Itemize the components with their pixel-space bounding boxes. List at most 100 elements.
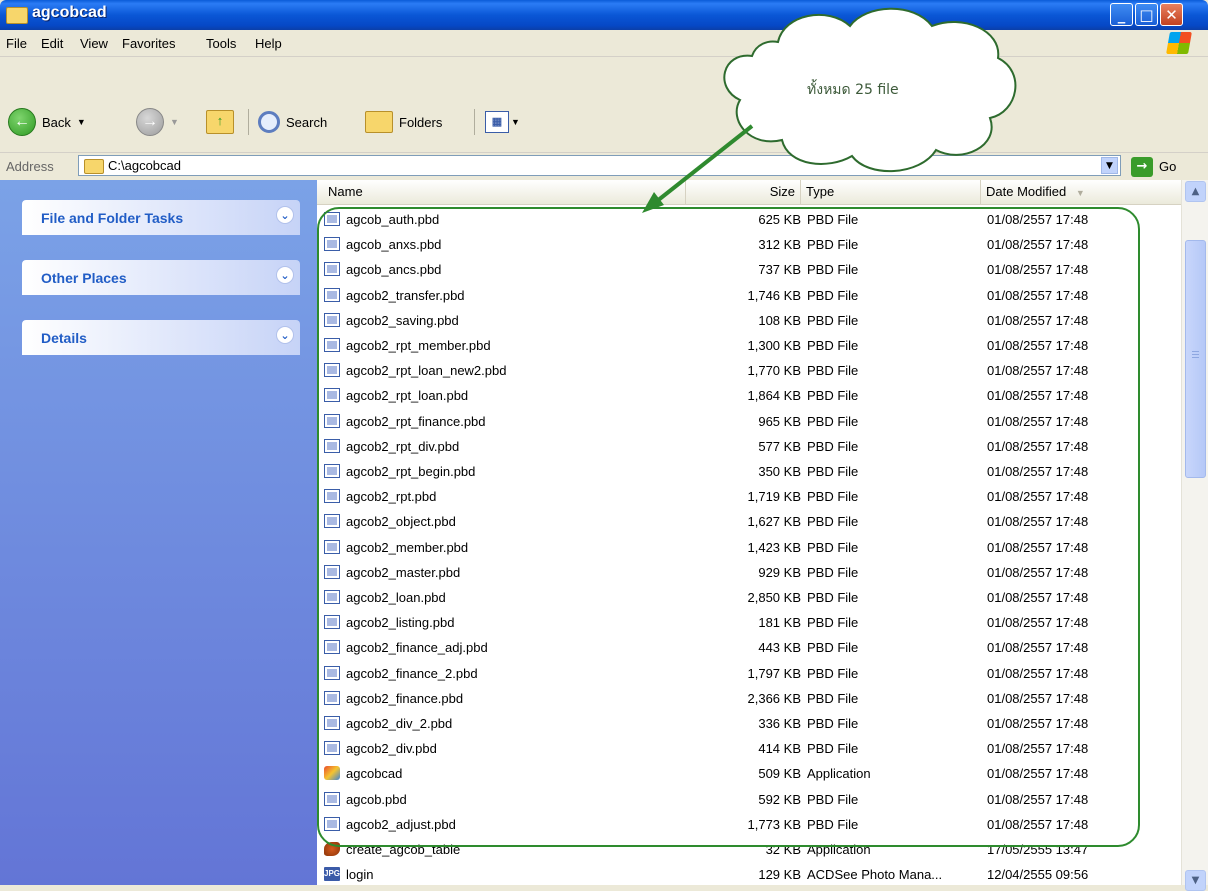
file-row[interactable]: agcob2_rpt_begin.pbd 350 KB PBD File 01/08/… xyxy=(317,459,1181,484)
scroll-thumb[interactable] xyxy=(1185,240,1206,478)
file-type: PBD File xyxy=(807,615,859,631)
search-button[interactable]: Search xyxy=(258,107,327,137)
scroll-down-arrow-icon[interactable]: ▼ xyxy=(1185,870,1206,891)
up-folder-button[interactable]: ↑ xyxy=(206,107,234,137)
file-folder-tasks-panel[interactable]: File and Folder Tasks ⌄ xyxy=(22,200,300,235)
file-type: PBD File xyxy=(807,539,859,555)
file-row[interactable]: agcob_auth.pbd 625 KB PBD File 01/08/2557 1… xyxy=(317,207,1181,232)
file-row[interactable]: agcob2_loan.pbd 2,850 KB PBD File 01/08/255… xyxy=(317,585,1181,610)
pbd-file-icon xyxy=(324,816,340,831)
file-row[interactable]: agcob2_master.pbd 929 KB PBD File 01/08/255… xyxy=(317,560,1181,585)
file-type: PBD File xyxy=(807,791,859,807)
file-row[interactable]: agcob2_rpt_loan.pbd 1,864 KB PBD File 01/08… xyxy=(317,383,1181,408)
file-row[interactable]: agcob2_finance_adj.pbd 443 KB PBD File 01/0… xyxy=(317,635,1181,660)
file-date-modified: 01/08/2557 17:48 xyxy=(987,489,1089,505)
pbd-file-icon xyxy=(324,615,340,630)
menu-edit[interactable]: Edit xyxy=(41,36,63,51)
dropdown-arrow-icon[interactable]: ▼ xyxy=(170,117,179,127)
file-row[interactable]: agcob2_rpt.pbd 1,719 KB PBD File 01/08/2557… xyxy=(317,484,1181,509)
file-size: 1,627 KB xyxy=(747,514,802,530)
go-button[interactable]: Go xyxy=(1159,159,1176,174)
pbd-file-icon xyxy=(324,338,340,352)
file-row[interactable]: agcob_anxs.pbd 312 KB PBD File 01/08/2557 1… xyxy=(317,232,1181,257)
views-button[interactable]: ▦ ▼ xyxy=(485,107,520,137)
chevron-double-down-icon[interactable]: ⌄ xyxy=(276,266,294,284)
vertical-scrollbar[interactable]: ▲ ▼ xyxy=(1181,180,1208,891)
panel-title: Details xyxy=(41,330,87,346)
file-row[interactable]: create_agcob_table 32 KB Application 17/05/… xyxy=(317,837,1181,862)
file-name: agcob2_finance_2.pbd xyxy=(346,665,478,681)
menu-tools[interactable]: Tools xyxy=(206,36,236,51)
minimize-button[interactable]: _ xyxy=(1110,3,1133,26)
file-row[interactable]: agcob2_div.pbd 414 KB PBD File 01/08/2557 1… xyxy=(317,736,1181,761)
annotation-label: ทั้งหมด 25 file xyxy=(807,82,899,98)
file-row[interactable]: agcob.pbd 592 KB PBD File 01/08/2557 17:48 xyxy=(317,787,1181,812)
details-panel[interactable]: Details ⌄ xyxy=(22,320,300,355)
forward-button[interactable]: → ▼ xyxy=(136,107,179,137)
menu-help[interactable]: Help xyxy=(255,36,282,51)
folders-button[interactable]: Folders xyxy=(365,107,442,137)
file-type: Application xyxy=(807,842,871,857)
file-row[interactable]: agcob2_rpt_div.pbd 577 KB PBD File 01/08/25… xyxy=(317,434,1181,459)
column-header-name[interactable]: Name xyxy=(317,180,686,204)
file-row[interactable]: agcob2_finance.pbd 2,366 KB PBD File 01/08/… xyxy=(317,686,1181,711)
menu-file[interactable]: File xyxy=(6,36,27,51)
file-row[interactable]: agcob2_rpt_member.pbd 1,300 KB PBD File 01/… xyxy=(317,333,1181,358)
file-date-modified: 01/08/2557 17:48 xyxy=(987,741,1089,757)
panel-title: Other Places xyxy=(41,270,127,286)
back-button[interactable]: ← Back ▼ xyxy=(8,107,86,137)
file-row[interactable]: agcob2_member.pbd 1,423 KB PBD File 01/08/2… xyxy=(317,535,1181,560)
file-row[interactable]: agcob2_saving.pbd 108 KB PBD File 01/08/255… xyxy=(317,308,1181,333)
file-row[interactable]: agcob2_rpt_loan_new2.pbd 1,770 KB PBD File… xyxy=(317,358,1181,383)
pbd-file-icon xyxy=(324,212,340,226)
close-button[interactable]: ✕ xyxy=(1160,3,1183,26)
task-pane: File and Folder Tasks ⌄ Other Places ⌄ D… xyxy=(0,180,317,885)
file-date-modified: 01/08/2557 17:48 xyxy=(987,438,1089,454)
chevron-down-icon[interactable]: ▼ xyxy=(1101,157,1118,174)
file-row[interactable]: agcob_ancs.pbd 737 KB PBD File 01/08/2557 1… xyxy=(317,257,1181,282)
search-icon xyxy=(258,111,280,133)
window-title: agcobcad xyxy=(32,4,107,21)
file-type: PBD File xyxy=(807,665,859,681)
menu-view[interactable]: View xyxy=(80,36,108,51)
file-name: agcob2_loan.pbd xyxy=(346,590,446,605)
chevron-double-down-icon[interactable]: ⌄ xyxy=(276,326,294,344)
file-row[interactable]: agcob2_transfer.pbd 1,746 KB PBD File 01/08… xyxy=(317,283,1181,308)
chevron-double-down-icon[interactable]: ⌄ xyxy=(276,206,294,224)
file-name: agcob2_div_2.pbd xyxy=(346,716,453,731)
pbd-file-icon xyxy=(324,539,340,554)
file-name: agcob2_rpt_begin.pbd xyxy=(346,464,476,479)
file-row[interactable]: agcobcad 509 KB Application 01/08/2557 17:4… xyxy=(317,761,1181,786)
file-size: 1,423 KB xyxy=(747,539,802,555)
dropdown-arrow-icon[interactable]: ▼ xyxy=(511,117,520,127)
file-name: agcob2_transfer.pbd xyxy=(346,287,465,303)
file-row[interactable]: agcob2_div_2.pbd 336 KB PBD File 01/08/2557… xyxy=(317,711,1181,736)
file-row[interactable]: agcob2_object.pbd 1,627 KB PBD File 01/08/2… xyxy=(317,509,1181,534)
cloud-callout-annotation xyxy=(642,7,1017,213)
dropdown-arrow-icon[interactable]: ▼ xyxy=(77,117,86,127)
file-row[interactable]: agcob2_adjust.pbd 1,773 KB PBD File 01/08/2… xyxy=(317,812,1181,837)
file-row[interactable]: JPG login 129 KB ACDSee Photo Mana... 12/04/… xyxy=(317,862,1181,887)
go-arrow-icon[interactable]: → xyxy=(1131,157,1153,177)
file-size: 1,770 KB xyxy=(747,363,802,379)
file-date-modified: 01/08/2557 17:48 xyxy=(987,816,1089,832)
file-type: PBD File xyxy=(807,640,859,656)
file-date-modified: 01/08/2557 17:48 xyxy=(987,690,1089,706)
file-row[interactable]: agcob2_rpt_finance.pbd 965 KB PBD File 01/0… xyxy=(317,409,1181,434)
file-row[interactable]: agcob2_listing.pbd 181 KB PBD File 01/08/25… xyxy=(317,610,1181,635)
pbd-file-icon xyxy=(324,791,340,806)
jpg-image-icon: JPG xyxy=(324,867,340,882)
maximize-button[interactable]: □ xyxy=(1135,3,1158,26)
pbd-file-icon xyxy=(324,690,340,705)
scroll-up-arrow-icon[interactable]: ▲ xyxy=(1185,181,1206,202)
file-size: 509 KB xyxy=(758,766,801,782)
menu-favorites[interactable]: Favorites xyxy=(122,36,175,51)
file-date-modified: 01/08/2557 17:48 xyxy=(987,590,1089,605)
file-size: 1,773 KB xyxy=(747,816,802,832)
file-date-modified: 01/08/2557 17:48 xyxy=(987,564,1089,580)
pbd-file-icon xyxy=(324,640,340,655)
pbd-file-icon xyxy=(324,413,340,428)
file-row[interactable]: agcob2_finance_2.pbd 1,797 KB PBD File 01/0… xyxy=(317,661,1181,686)
pbd-file-icon xyxy=(324,287,340,302)
other-places-panel[interactable]: Other Places ⌄ xyxy=(22,260,300,295)
